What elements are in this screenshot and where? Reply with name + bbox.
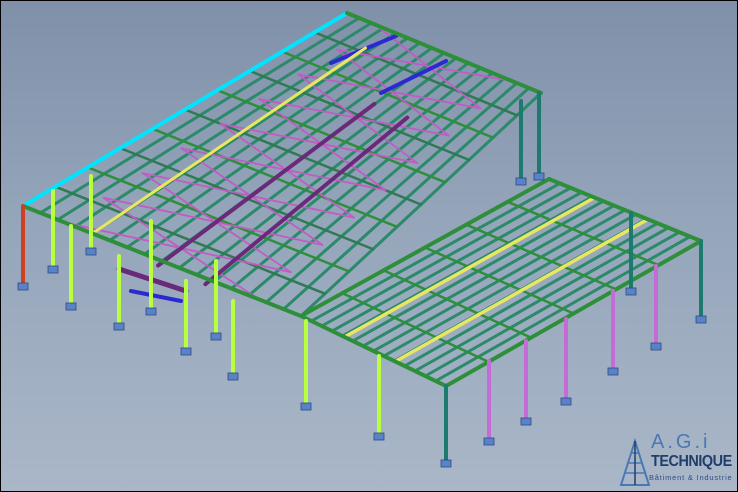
column-footing	[210, 332, 222, 341]
roof-trusses	[91, 34, 650, 364]
company-logo: A.G.i TECHNIQUE Bâtiment & Industrie	[619, 431, 735, 489]
column-footing	[607, 367, 619, 376]
mezzanine-beam-blue	[129, 289, 183, 303]
column-footing	[300, 402, 312, 411]
logo-tagline: Bâtiment & Industrie	[649, 473, 733, 482]
lower-roof-edge	[299, 314, 448, 388]
column-footing	[373, 432, 385, 441]
column-footing	[180, 347, 192, 356]
column-footing	[695, 315, 707, 324]
column-footing	[47, 265, 59, 274]
column-footing	[560, 397, 572, 406]
viewer-frame: A.G.i TECHNIQUE Bâtiment & Industrie	[0, 0, 738, 492]
column-footing	[483, 437, 495, 446]
column-footing	[113, 322, 125, 331]
column-footing	[625, 287, 637, 296]
column-footing	[533, 172, 545, 181]
column-footing	[145, 307, 157, 316]
column-footing	[85, 247, 97, 256]
column-footing	[440, 459, 452, 468]
column-footing	[17, 282, 29, 291]
column-footing	[520, 417, 532, 426]
logo-name: TECHNIQUE	[651, 453, 732, 470]
structure-3d-view[interactable]	[1, 1, 737, 491]
column-footing	[65, 302, 77, 311]
building-logo-icon	[619, 437, 651, 486]
logo-brand: A.G.i	[651, 431, 711, 453]
column-footing	[515, 177, 527, 186]
roof-truss	[203, 115, 410, 287]
lower-yellow-truss	[393, 217, 650, 364]
column-footing	[227, 372, 239, 381]
column-footing	[650, 342, 662, 351]
